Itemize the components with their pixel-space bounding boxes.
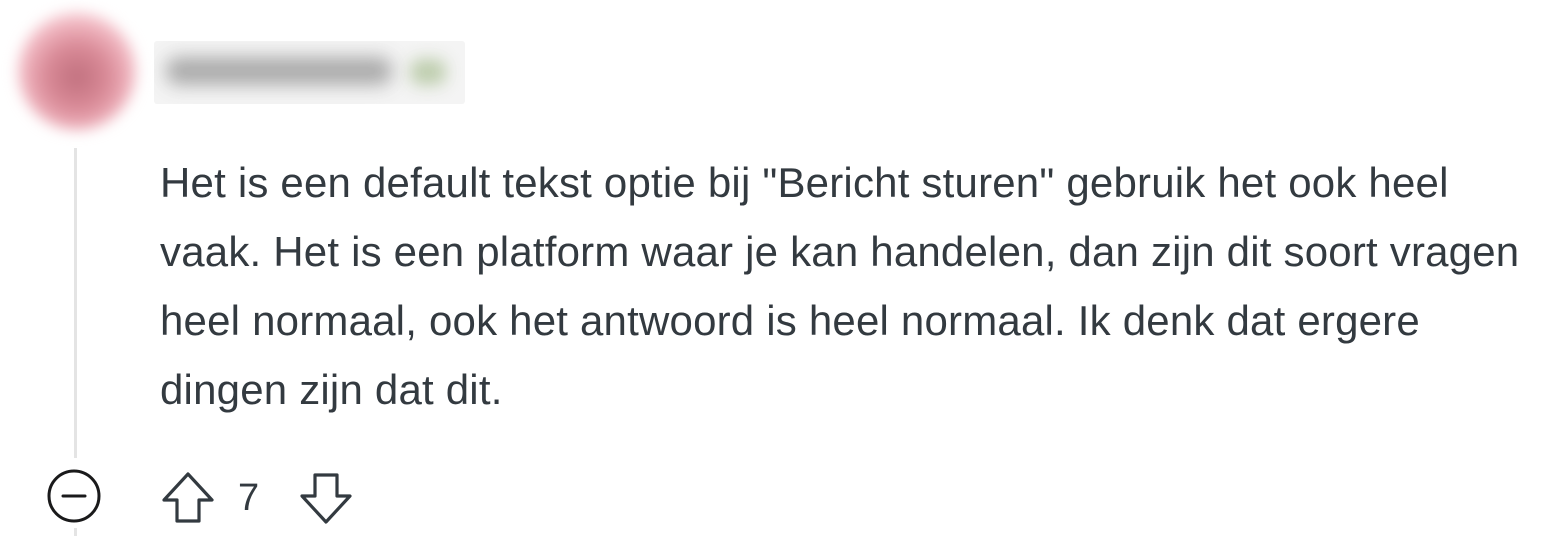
comment: Het is een default tekst optie bij "Beri… <box>0 0 1548 536</box>
thread-line-continuation[interactable] <box>74 528 77 536</box>
upvote-button[interactable] <box>160 470 216 526</box>
arrow-down-outline-icon <box>300 473 352 524</box>
user-flair-blur <box>410 59 446 85</box>
username-redacted[interactable] <box>154 41 465 104</box>
arrow-up-outline-icon <box>162 472 214 523</box>
username-blur <box>166 57 392 85</box>
thread-line[interactable] <box>74 148 77 458</box>
comment-body: Het is een default tekst optie bij "Beri… <box>160 159 1520 413</box>
downvote-button[interactable] <box>298 470 354 526</box>
minus-circle-icon <box>47 469 101 523</box>
collapse-button[interactable] <box>47 469 101 523</box>
avatar[interactable] <box>18 12 136 130</box>
vote-score: 7 <box>238 477 260 519</box>
